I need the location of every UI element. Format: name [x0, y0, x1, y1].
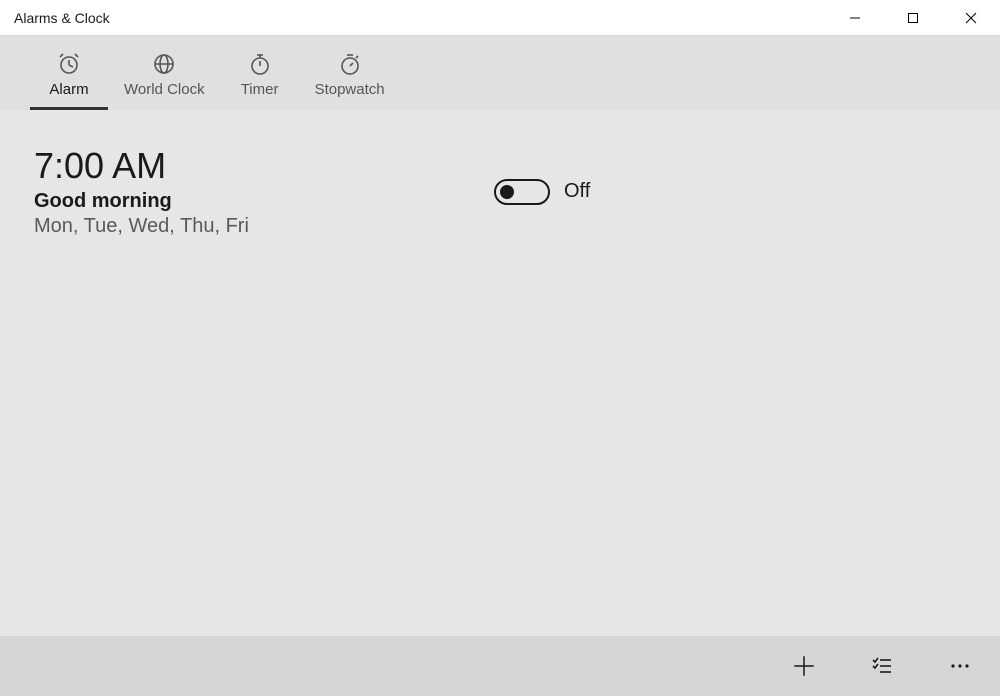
plus-icon: [791, 653, 817, 679]
alarm-time: 7:00 AM: [34, 146, 494, 186]
alarm-item[interactable]: 7:00 AM Good morning Mon, Tue, Wed, Thu,…: [34, 146, 966, 238]
alarm-name: Good morning: [34, 190, 494, 213]
close-icon: [965, 12, 977, 24]
tab-world-clock-label: World Clock: [124, 81, 205, 98]
world-clock-icon: [151, 51, 177, 77]
more-button[interactable]: [940, 646, 980, 686]
stopwatch-icon: [337, 51, 363, 77]
select-alarms-button[interactable]: [862, 646, 902, 686]
minimize-button[interactable]: [826, 0, 884, 35]
timer-icon: [247, 51, 273, 77]
alarm-list: 7:00 AM Good morning Mon, Tue, Wed, Thu,…: [0, 110, 1000, 636]
tab-world-clock[interactable]: World Clock: [108, 36, 221, 110]
close-button[interactable]: [942, 0, 1000, 35]
more-icon: [948, 654, 972, 678]
tab-alarm[interactable]: Alarm: [30, 36, 108, 110]
select-list-icon: [870, 654, 894, 678]
window-controls: [826, 0, 1000, 35]
maximize-icon: [907, 12, 919, 24]
minimize-icon: [849, 12, 861, 24]
tab-timer-label: Timer: [241, 81, 279, 98]
title-bar: Alarms & Clock: [0, 0, 1000, 36]
command-bar: [0, 636, 1000, 696]
alarm-repeat: Mon, Tue, Wed, Thu, Fri: [34, 215, 494, 238]
add-alarm-button[interactable]: [784, 646, 824, 686]
window-title: Alarms & Clock: [14, 10, 826, 26]
tab-stopwatch-label: Stopwatch: [315, 81, 385, 98]
alarm-info: 7:00 AM Good morning Mon, Tue, Wed, Thu,…: [34, 146, 494, 238]
alarm-toggle-label: Off: [564, 180, 590, 203]
alarm-icon: [56, 51, 82, 77]
toggle-knob: [500, 185, 514, 199]
tab-stopwatch[interactable]: Stopwatch: [299, 36, 401, 110]
tab-timer[interactable]: Timer: [221, 36, 299, 110]
alarm-toggle-group: Off: [494, 179, 590, 205]
maximize-button[interactable]: [884, 0, 942, 35]
alarm-toggle[interactable]: [494, 179, 550, 205]
tab-alarm-label: Alarm: [49, 81, 88, 98]
tab-bar: Alarm World Clock Timer Stopwatch: [0, 36, 1000, 110]
